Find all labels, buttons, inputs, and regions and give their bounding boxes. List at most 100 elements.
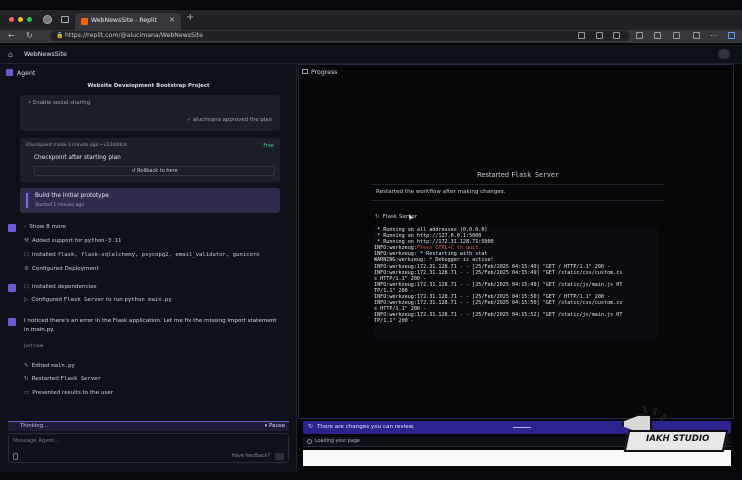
restart-description: Restarted the workflow after making chan… <box>376 189 506 195</box>
console-line: * Running on http://172.31.128.71:5000 <box>374 239 494 246</box>
step-text: Installed <box>31 252 56 258</box>
agent-step-icon <box>8 224 16 232</box>
step-text: Installed dependencies <box>31 284 97 290</box>
checkpoint-meta: Checkpoint made 1 minute ago • c22dd4cd <box>26 143 127 148</box>
project-name: WebNewsSite <box>24 51 67 58</box>
progress-icon <box>302 69 308 74</box>
console-line: INFO:werkzeug: * Restarting with stat <box>374 251 488 258</box>
megaphone-ray-icon <box>653 407 657 416</box>
new-tab-button[interactable]: + <box>186 12 194 23</box>
progress-header: Progress <box>302 69 337 76</box>
favorites-icon[interactable] <box>654 32 661 39</box>
send-icon[interactable] <box>275 453 284 460</box>
console-line: * Running on all addresses (0.0.0.0) <box>374 227 488 233</box>
step-text: Configured Deployment <box>32 266 99 272</box>
plan-item: • Enable social sharing <box>28 100 91 106</box>
browser-tab-active[interactable]: WebNewsSite - Replit ✕ <box>75 13 181 30</box>
step-edited[interactable]: ✎ Edited main.py <box>24 363 75 369</box>
console-line: s HTTP/1.1" 200 - <box>374 306 427 313</box>
prototype-task[interactable]: Build the initial prototype Started 1 mi… <box>20 188 280 213</box>
profile-icon[interactable] <box>43 15 52 24</box>
app-header: ⌂ WebNewsSite <box>0 45 742 64</box>
gear-icon: ⚙ <box>24 266 30 272</box>
user-avatar[interactable] <box>718 49 730 59</box>
plan-card: • Enable social sharing ✓ alucimana appr… <box>20 95 280 131</box>
divider <box>371 184 664 185</box>
console-output[interactable]: * Running on all addresses (0.0.0.0) * R… <box>374 227 658 339</box>
agent-icon <box>6 69 13 76</box>
divider <box>371 200 664 201</box>
pause-button[interactable]: ⏸ Pause <box>265 423 285 430</box>
tab-overview-icon[interactable] <box>61 16 69 23</box>
back-arrow-icon[interactable]: ← <box>8 31 15 40</box>
console-line: INFO:werkzeug: <box>374 245 417 252</box>
play-icon: ▷ <box>24 297 29 303</box>
package-icon: ⬡ <box>24 252 29 258</box>
minimize-window-button[interactable] <box>18 17 23 22</box>
close-window-button[interactable] <box>9 17 14 22</box>
feedback-link[interactable]: Have feedback? <box>232 454 270 459</box>
browser-toolbar: ← ↻ 🔒 https://replit.com/@alucimana/WebN… <box>0 30 742 43</box>
console-text: * Running on all addresses (0.0.0.0) * R… <box>374 227 658 325</box>
megaphone-ray-icon <box>659 414 667 421</box>
drag-handle[interactable] <box>513 427 531 428</box>
pencil-icon: ✎ <box>24 363 29 369</box>
reader-icon[interactable] <box>578 32 585 39</box>
close-tab-icon[interactable]: ✕ <box>169 16 175 24</box>
watermark-text: IAKH STUDIO <box>646 434 710 444</box>
console-line: s HTTP/1.1" 200 - <box>374 275 427 282</box>
step-code: Flask Server <box>63 297 105 303</box>
checkpoint-card: Checkpoint made 1 minute ago • c22dd4cd … <box>20 138 280 182</box>
collections-icon[interactable] <box>673 32 680 39</box>
agent-header-label: Agent <box>17 70 36 77</box>
show-more-button[interactable]: › Show 8 more <box>24 224 66 230</box>
step-presented[interactable]: ▭ Presented results to the user <box>24 390 113 396</box>
rollback-button[interactable]: ↺ Rollback to here <box>34 166 275 176</box>
reload-icon[interactable]: ↻ <box>26 31 33 40</box>
step-dependencies: ⬡ Installed dependencies <box>24 284 97 290</box>
spinner-icon <box>307 439 312 444</box>
lock-icon: 🔒 <box>56 32 64 39</box>
address-bar[interactable]: 🔒 https://replit.com/@alucimana/WebNewsS… <box>50 31 630 41</box>
attach-icon[interactable] <box>13 453 18 460</box>
translate-icon[interactable] <box>596 32 603 39</box>
refresh-icon: ↻ <box>24 376 29 382</box>
console-line: TP/1.1" 200 - <box>374 287 414 294</box>
step-configured-server: ▷ Configured Flask Server to run python m… <box>24 297 172 303</box>
task-active-bar <box>26 193 28 208</box>
megaphone-ray-icon <box>642 405 648 414</box>
step-code: python-3.11 <box>84 238 122 244</box>
split-view-icon[interactable] <box>636 32 643 39</box>
pause-label: Pause <box>269 423 285 429</box>
agent-step-icon <box>8 284 16 292</box>
favorite-star-icon[interactable] <box>613 32 620 39</box>
project-title: Website Development Bootstrap Project <box>87 83 210 89</box>
refresh-icon: ↻ <box>375 214 380 220</box>
step-text: Edited <box>31 363 50 369</box>
loading-label: Loading your page <box>315 439 360 444</box>
step-text: Presented results to the user <box>32 390 114 396</box>
studio-watermark-logo: IAKH STUDIO <box>616 405 729 456</box>
extensions-icon[interactable] <box>693 32 700 39</box>
step-text: Added support for <box>32 238 83 244</box>
review-changes-label: There are changes you can review. <box>317 424 415 430</box>
step-text: Restarted <box>31 376 59 382</box>
console-line: INFO:werkzeug:172.31.128.71 - - [25/Feb/… <box>374 281 623 288</box>
restart-title: Restarted Flask Server <box>373 171 663 179</box>
plan-approved-label: alucimana approved the plan <box>192 117 272 123</box>
zoom-window-button[interactable] <box>27 17 32 22</box>
more-menu-icon[interactable]: ⋯ <box>710 31 718 40</box>
agent-message: I noticed there's an error in the Flask … <box>24 318 277 333</box>
copilot-icon[interactable] <box>728 32 735 39</box>
home-icon[interactable]: ⌂ <box>8 50 13 59</box>
prototype-title: Build the initial prototype <box>35 193 109 199</box>
step-installed: ⬡ Installed flask, flask-sqlalchemy, psyc… <box>24 252 260 258</box>
checkpoint-title: Checkpoint after starting plan <box>34 155 121 161</box>
plan-item-label: Enable social sharing <box>32 100 91 106</box>
refresh-icon: ↻ <box>308 423 314 430</box>
step-restarted[interactable]: ↻ Restarted Flask Server <box>24 376 101 382</box>
show-more-label: Show 8 more <box>29 224 66 230</box>
checkpoint-free-badge: Free <box>263 143 274 149</box>
wrench-icon: ⚒ <box>24 238 30 244</box>
message-input[interactable]: Message Agent... Have feedback? <box>8 433 289 463</box>
